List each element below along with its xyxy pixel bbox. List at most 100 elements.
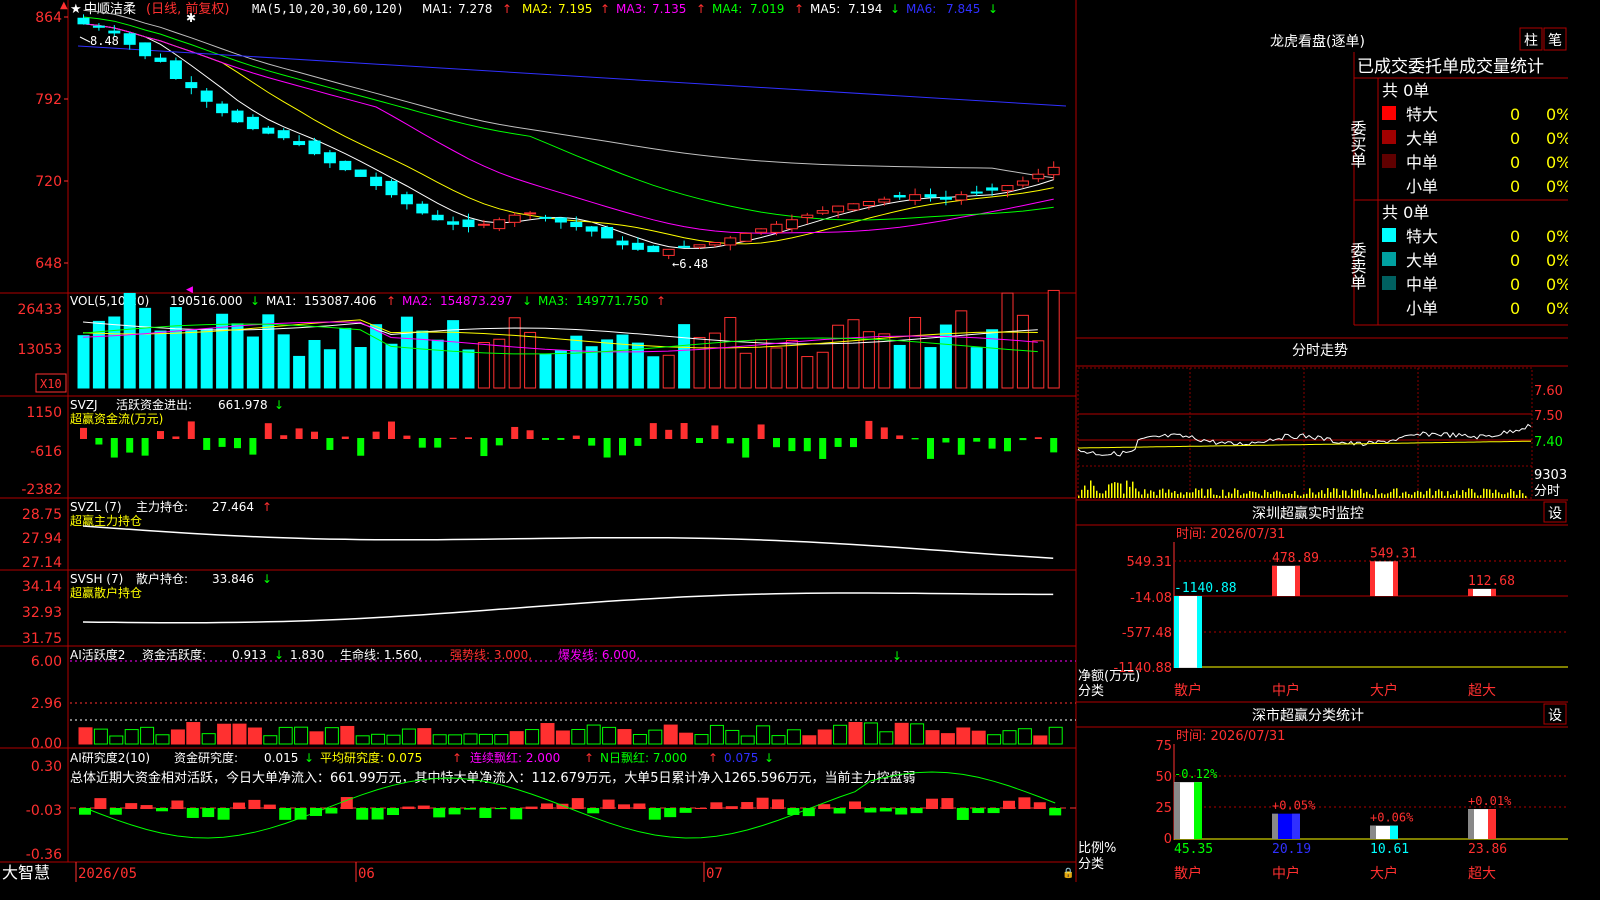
flow-bar: [403, 435, 411, 439]
research-bar: [571, 798, 584, 809]
flow-bar: [988, 438, 996, 449]
svsh-panel[interactable]: SVSH (7) 散户持仓: 33.846 ↓ 超赢散户持仓 34.14 32.…: [22, 571, 1054, 647]
intraday-volume-bar: [1183, 494, 1185, 498]
buy-l-pct: 0%: [1546, 129, 1568, 148]
intraday-volume-bar: [1399, 495, 1401, 498]
favorite-star-icon[interactable]: ★: [70, 2, 82, 17]
research-bar: [879, 808, 892, 812]
ai1-v2: 1.830: [290, 648, 324, 662]
date-label-jul: 07: [706, 866, 723, 882]
event-marker-icon[interactable]: ✱: [186, 11, 196, 25]
cls-bar-shade: [1370, 825, 1376, 839]
sell-l-pct: 0%: [1546, 251, 1568, 270]
svzj-panel[interactable]: SVZJ 活跃资金进出: 661.978 ↓ 超赢资金流(万元) 1150 -6…: [21, 397, 1058, 498]
activity-bar: [525, 729, 540, 745]
scroll-up-icon[interactable]: ▲: [60, 0, 68, 11]
buy-total: 共 0单: [1382, 81, 1429, 100]
dragon-tabs[interactable]: 已成交委托单成交量统计: [1357, 57, 1544, 77]
volume-bar: [832, 324, 845, 389]
intraday-volume-bar: [1459, 495, 1461, 498]
intraday-volume-bar: [1114, 482, 1116, 498]
intraday-volume-bar: [1408, 494, 1410, 498]
sz-bar-value: 549.31: [1370, 546, 1417, 561]
candle-down: [986, 187, 999, 191]
candle-down: [108, 30, 121, 34]
intraday-volume-bar: [1414, 492, 1416, 498]
volume-bar: [693, 336, 706, 389]
activity-bar: [1033, 735, 1048, 745]
volume-bar: [277, 334, 290, 389]
volume-bar: [216, 313, 229, 389]
volume-bar: [662, 354, 675, 389]
sz-bar-0: [1174, 596, 1202, 668]
research-bar: [648, 808, 661, 820]
research-bar: [787, 808, 800, 815]
vol-arrow: ↓: [250, 294, 260, 308]
ma3-label: MA3:: [616, 2, 646, 16]
intraday-volume-bar: [1381, 493, 1383, 498]
ai1-arrow: ↓: [274, 648, 284, 662]
sz-y-tick-1: -14.08: [1130, 591, 1172, 606]
cls-bar-edge: [1390, 825, 1398, 839]
volume-bar: [816, 351, 829, 389]
activity-bar: [155, 734, 170, 745]
flow-bar: [680, 423, 688, 439]
volume-bar: [123, 292, 136, 389]
ai-research-panel[interactable]: AI研究度2(10) 资金研究度: 0.015 ↓ 平均研究度: 0.075 ↑…: [26, 750, 1076, 863]
intraday-volume-bar: [1339, 495, 1341, 498]
intraday-volume-bar: [1501, 494, 1503, 498]
flow-bar: [388, 421, 395, 439]
y-tick-864: 864: [35, 10, 62, 26]
candle-up: [493, 219, 506, 230]
vol-ma1-label: MA1:: [266, 294, 296, 308]
intraday-volume-bar: [1258, 493, 1260, 498]
volume-bar: [1032, 340, 1045, 389]
ai1-life: 生命线: 1.560,: [340, 647, 422, 662]
activity-bar: [93, 728, 108, 745]
sz-y-tick-2: -577.48: [1122, 626, 1172, 641]
intraday-volume-bar: [1294, 491, 1296, 498]
intraday-panel[interactable]: 分时走势 7.60 7.50 7.40 9303 分时: [1076, 343, 1568, 499]
sz-monitor-panel[interactable]: 深圳超赢实时监控 设 时间: 2026/07/31 549.31 -14.08 …: [1076, 501, 1568, 699]
research-bar: [233, 802, 245, 809]
ai2-lianxu-arrow: ↑: [584, 751, 594, 765]
research-bar: [741, 802, 754, 809]
candle-down: [647, 245, 660, 253]
svzl-panel[interactable]: SVZL (7) 主力持仓: 27.464 ↑ 超赢主力持仓 28.75 27.…: [22, 499, 1054, 571]
svzl-label: 主力持仓:: [136, 499, 188, 514]
intraday-volume-bar: [1420, 491, 1422, 498]
cls-bar-shade: [1468, 809, 1474, 839]
sz-bar-edge: [1272, 565, 1277, 596]
volume-bar: [400, 316, 413, 389]
intraday-volume-bar: [1117, 482, 1119, 498]
flow-bar: [511, 426, 519, 439]
buy-s-label: 小单: [1406, 177, 1438, 196]
flow-bar: [449, 437, 457, 439]
intraday-volume-bar: [1444, 495, 1446, 498]
sell-s-count: 0: [1510, 299, 1520, 318]
volume-bar: [323, 349, 336, 389]
research-bar: [602, 799, 615, 809]
cls-bar-delta: -0.12%: [1174, 767, 1218, 781]
lock-icon[interactable]: 🔒: [1062, 867, 1074, 879]
flow-bar: [126, 438, 134, 453]
ai2-nri: N日飘红: 7.000: [600, 750, 687, 765]
research-bar: [402, 806, 415, 809]
volume-panel[interactable]: VOL(5,10,20) 190516.000 ↓ MA1: 153087.40…: [17, 285, 1060, 393]
flow-bar: [203, 438, 211, 450]
main-kline-panel[interactable]: ★ 中顺洁柔 (日线, 前复权) MA(5,10,20,30,60,120) M…: [35, 0, 1067, 272]
class-stat-panel[interactable]: 深市超赢分类统计 设 时间: 2026/07/31 75 50 25 0 比例%…: [1076, 703, 1568, 882]
intraday-volume-bar: [1228, 492, 1230, 498]
intraday-volume-bar: [1138, 491, 1140, 498]
intraday-volume-bar: [1210, 488, 1212, 498]
intraday-volume-bar: [1450, 494, 1452, 498]
volume-bar: [385, 343, 398, 389]
intraday-volume-bar: [1369, 494, 1371, 498]
research-bar: [448, 808, 461, 815]
intraday-volume-bar: [1315, 494, 1317, 498]
candle-up: [708, 242, 721, 246]
svsh-value: 33.846: [212, 572, 254, 586]
ai-activity-panel[interactable]: AI活跃度2 资金活跃度: 0.913 ↓ 1.830 生命线: 1.560, …: [31, 647, 1076, 752]
intraday-volume-bar: [1483, 488, 1485, 498]
moving-average-lines: [77, 9, 1067, 249]
